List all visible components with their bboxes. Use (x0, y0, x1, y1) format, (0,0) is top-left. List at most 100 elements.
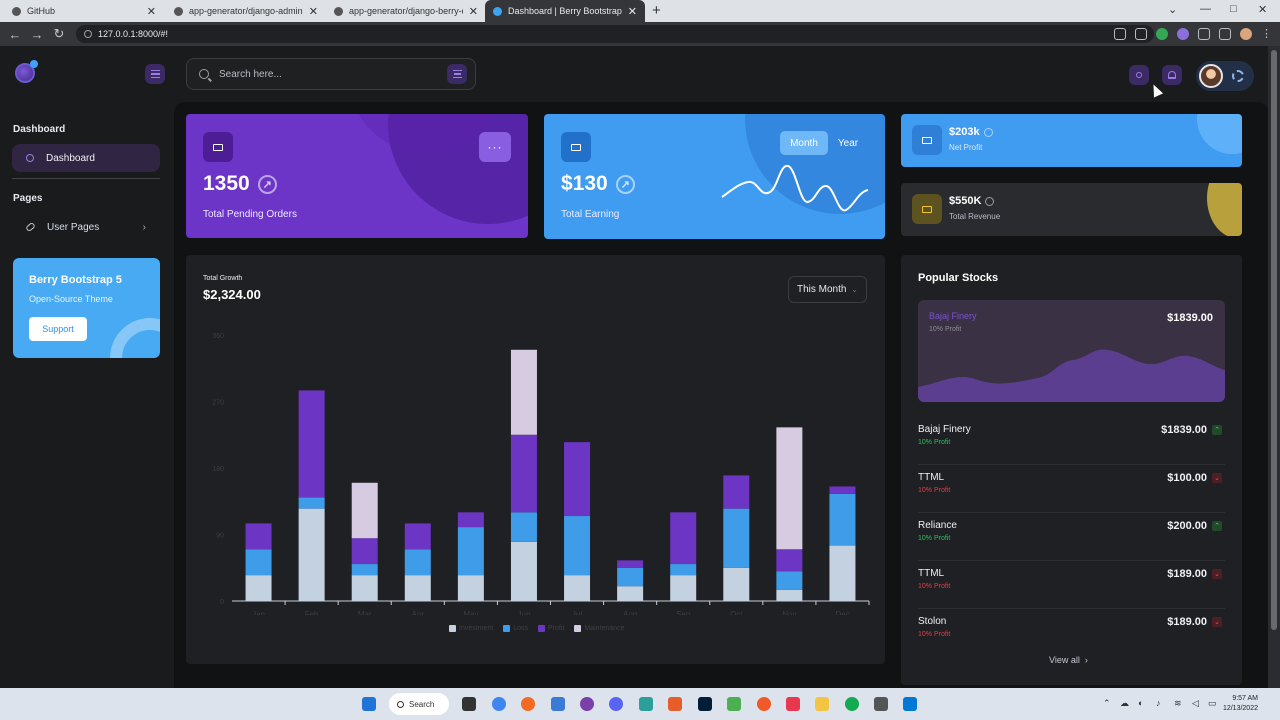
bar-investment-mar[interactable] (351, 575, 378, 601)
chrome-icon[interactable] (492, 697, 506, 711)
year-toggle[interactable]: Year (832, 131, 864, 155)
period-select[interactable]: This Month ⌄ (788, 276, 867, 303)
wifi-icon[interactable]: ≋ (1174, 698, 1182, 709)
maximize-icon[interactable]: □ (1230, 3, 1237, 15)
new-tab-icon[interactable]: + (652, 2, 661, 19)
close-window-icon[interactable]: ✕ (1258, 3, 1267, 16)
bar-investment-may[interactable] (457, 575, 484, 601)
sidebar-item-dashboard[interactable]: Dashboard (12, 144, 160, 172)
more-options-button[interactable]: ··· (479, 132, 511, 162)
sidebar-item-user-pages[interactable]: User Pages › (12, 213, 160, 241)
scrollbar-thumb[interactable] (1271, 50, 1277, 630)
legend-item-profit[interactable]: Profit (538, 625, 564, 632)
tray-icon[interactable]: ☁ (1120, 698, 1129, 709)
app-icon[interactable] (580, 697, 594, 711)
bar-investment-sep[interactable] (670, 575, 697, 601)
bar-profit-may[interactable] (457, 512, 484, 528)
bar-loss-aug[interactable] (617, 567, 644, 587)
bar-profit-jul[interactable] (564, 442, 591, 517)
bar-maintenance-nov[interactable] (776, 427, 803, 550)
close-icon[interactable]: ✕ (628, 5, 637, 18)
bar-loss-jul[interactable] (564, 516, 591, 576)
bar-loss-apr[interactable] (404, 549, 431, 576)
bar-investment-feb[interactable] (298, 508, 325, 601)
stock-row[interactable]: TTML 10% Profit $189.00 ⌄ (918, 561, 1225, 609)
close-icon[interactable]: ✕ (469, 5, 478, 18)
taskbar-search[interactable]: Search (389, 693, 449, 715)
bar-loss-feb[interactable] (298, 497, 325, 509)
app-icon[interactable] (757, 697, 771, 711)
bar-profit-dec[interactable] (829, 486, 856, 494)
app-icon[interactable] (668, 697, 682, 711)
close-icon[interactable]: ✕ (309, 5, 318, 18)
profile-menu[interactable] (1196, 61, 1254, 91)
bar-profit-mar[interactable] (351, 538, 378, 565)
firefox-icon[interactable] (521, 697, 535, 711)
bar-investment-apr[interactable] (404, 575, 431, 601)
legend-item-maintenance[interactable]: Maintenance (574, 625, 624, 632)
filter-icon[interactable] (447, 64, 467, 84)
extension-purple-icon[interactable] (1177, 27, 1189, 40)
tab-search-icon[interactable]: ⌄ (1168, 3, 1177, 16)
bookmark-star-icon[interactable] (1135, 27, 1147, 40)
bar-loss-oct[interactable] (723, 508, 750, 568)
browser-tab-dashboard[interactable]: Dashboard | Berry Bootstrap 5 Ad ✕ (485, 0, 645, 22)
extensions-puzzle-icon[interactable] (1198, 27, 1210, 40)
support-button[interactable]: Support (29, 317, 87, 341)
taskbar-clock[interactable]: 9:57 AM 12/13/2022 (1223, 694, 1258, 714)
browser-tab-django-admin[interactable]: app-generator/django-admin-be ✕ (166, 0, 326, 22)
notifications-button[interactable] (1162, 65, 1182, 85)
bar-profit-jun[interactable] (510, 434, 537, 513)
stock-hero-card[interactable]: Bajaj Finery 10% Profit $1839.00 (918, 300, 1225, 402)
bar-investment-aug[interactable] (617, 586, 644, 601)
browser-menu-icon[interactable]: ⋮ (1261, 27, 1272, 40)
app-icon[interactable] (786, 697, 800, 711)
discord-icon[interactable] (609, 697, 623, 711)
bar-loss-dec[interactable] (829, 493, 856, 546)
stock-row[interactable]: Stolon 10% Profit $189.00 ⌄ (918, 609, 1225, 657)
browser-tab-django-berry[interactable]: app-generator/django-berry-das ✕ (326, 0, 486, 22)
bar-investment-jul[interactable] (564, 575, 591, 601)
bar-profit-apr[interactable] (404, 523, 431, 550)
tray-chevron-up-icon[interactable]: ⌃ (1103, 698, 1111, 709)
windows-start-icon[interactable] (362, 697, 376, 711)
back-icon[interactable]: ← (4, 27, 26, 42)
page-scrollbar[interactable] (1268, 46, 1280, 688)
bar-profit-oct[interactable] (723, 475, 750, 509)
app-icon[interactable] (551, 697, 565, 711)
legend-item-investment[interactable]: Investment (449, 625, 493, 632)
bar-loss-may[interactable] (457, 527, 484, 576)
app-icon[interactable] (727, 697, 741, 711)
mongodb-icon[interactable] (845, 697, 859, 711)
view-all-link[interactable]: View all › (1049, 655, 1088, 665)
extension-green-icon[interactable] (1156, 27, 1168, 40)
volume-icon[interactable]: ◁ (1192, 698, 1199, 709)
bar-profit-jan[interactable] (245, 523, 272, 550)
bar-investment-jan[interactable] (245, 575, 272, 601)
bar-maintenance-mar[interactable] (351, 482, 378, 539)
tray-icon[interactable]: ◐ (1138, 698, 1143, 708)
legend-item-loss[interactable]: Loss (503, 625, 528, 632)
bar-loss-jan[interactable] (245, 549, 272, 576)
app-icon[interactable] (874, 697, 888, 711)
bar-profit-aug[interactable] (617, 560, 644, 568)
vscode-icon[interactable] (903, 697, 917, 711)
bar-profit-nov[interactable] (776, 549, 803, 572)
bar-investment-jun[interactable] (510, 541, 537, 601)
stock-row[interactable]: Bajaj Finery 10% Profit $1839.00 ⌃ (918, 417, 1225, 465)
bar-investment-oct[interactable] (723, 567, 750, 601)
theme-toggle-button[interactable] (1129, 65, 1149, 85)
stock-row[interactable]: TTML 10% Profit $100.00 ⌄ (918, 465, 1225, 513)
microphone-icon[interactable]: ♪ (1156, 698, 1161, 708)
bar-profit-sep[interactable] (670, 512, 697, 565)
month-toggle[interactable]: Month (780, 131, 828, 155)
bar-loss-mar[interactable] (351, 564, 378, 576)
search-input[interactable] (219, 68, 447, 80)
close-icon[interactable]: ✕ (147, 5, 156, 18)
berry-logo-icon[interactable] (15, 60, 38, 83)
battery-icon[interactable]: ▭ (1208, 698, 1217, 709)
bar-investment-dec[interactable] (829, 545, 856, 601)
side-panel-icon[interactable] (1219, 27, 1231, 40)
bar-loss-nov[interactable] (776, 571, 803, 590)
app-icon[interactable] (639, 697, 653, 711)
